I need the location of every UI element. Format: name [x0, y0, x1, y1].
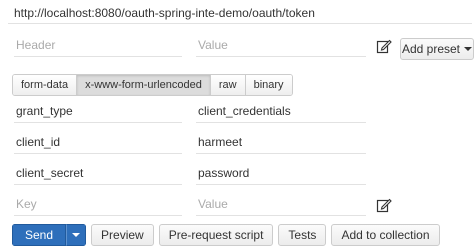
add-preset-button[interactable]: Add preset — [400, 38, 474, 60]
param-key-input[interactable] — [14, 130, 182, 154]
param-key-input[interactable] — [14, 161, 182, 185]
chevron-down-icon — [72, 233, 81, 237]
send-button-group: Send — [12, 224, 87, 246]
header-value-input[interactable] — [196, 33, 366, 57]
add-to-collection-button[interactable]: Add to collection — [331, 224, 440, 246]
edit-pencil-icon[interactable] — [376, 197, 392, 213]
preview-button[interactable]: Preview — [91, 224, 154, 246]
tab-x-www-form-urlencoded[interactable]: x-www-form-urlencoded — [77, 75, 211, 95]
chevron-down-icon — [464, 47, 473, 51]
tests-button[interactable]: Tests — [278, 224, 327, 246]
param-value-input[interactable] — [196, 99, 366, 123]
action-bar: Send Preview Pre-request script Tests Ad… — [12, 224, 440, 246]
new-value-input[interactable] — [196, 192, 366, 216]
new-key-input[interactable] — [14, 192, 182, 216]
param-value-input[interactable] — [196, 161, 366, 185]
url-input[interactable] — [8, 2, 472, 24]
add-preset-label: Add preset — [401, 42, 461, 56]
tab-binary[interactable]: binary — [245, 75, 292, 95]
param-value-input[interactable] — [196, 130, 366, 154]
tab-form-data[interactable]: form-data — [13, 75, 78, 95]
send-button[interactable]: Send — [12, 224, 67, 246]
request-builder: Add preset form-data x-www-form-urlencod… — [0, 0, 474, 249]
send-options-button[interactable] — [66, 224, 87, 246]
edit-pencil-icon[interactable] — [376, 38, 392, 54]
header-key-input[interactable] — [14, 33, 182, 57]
tab-raw[interactable]: raw — [210, 75, 246, 95]
pre-request-script-button[interactable]: Pre-request script — [158, 224, 274, 246]
param-key-input[interactable] — [14, 99, 182, 123]
body-type-tabs: form-data x-www-form-urlencoded raw bina… — [12, 74, 293, 96]
